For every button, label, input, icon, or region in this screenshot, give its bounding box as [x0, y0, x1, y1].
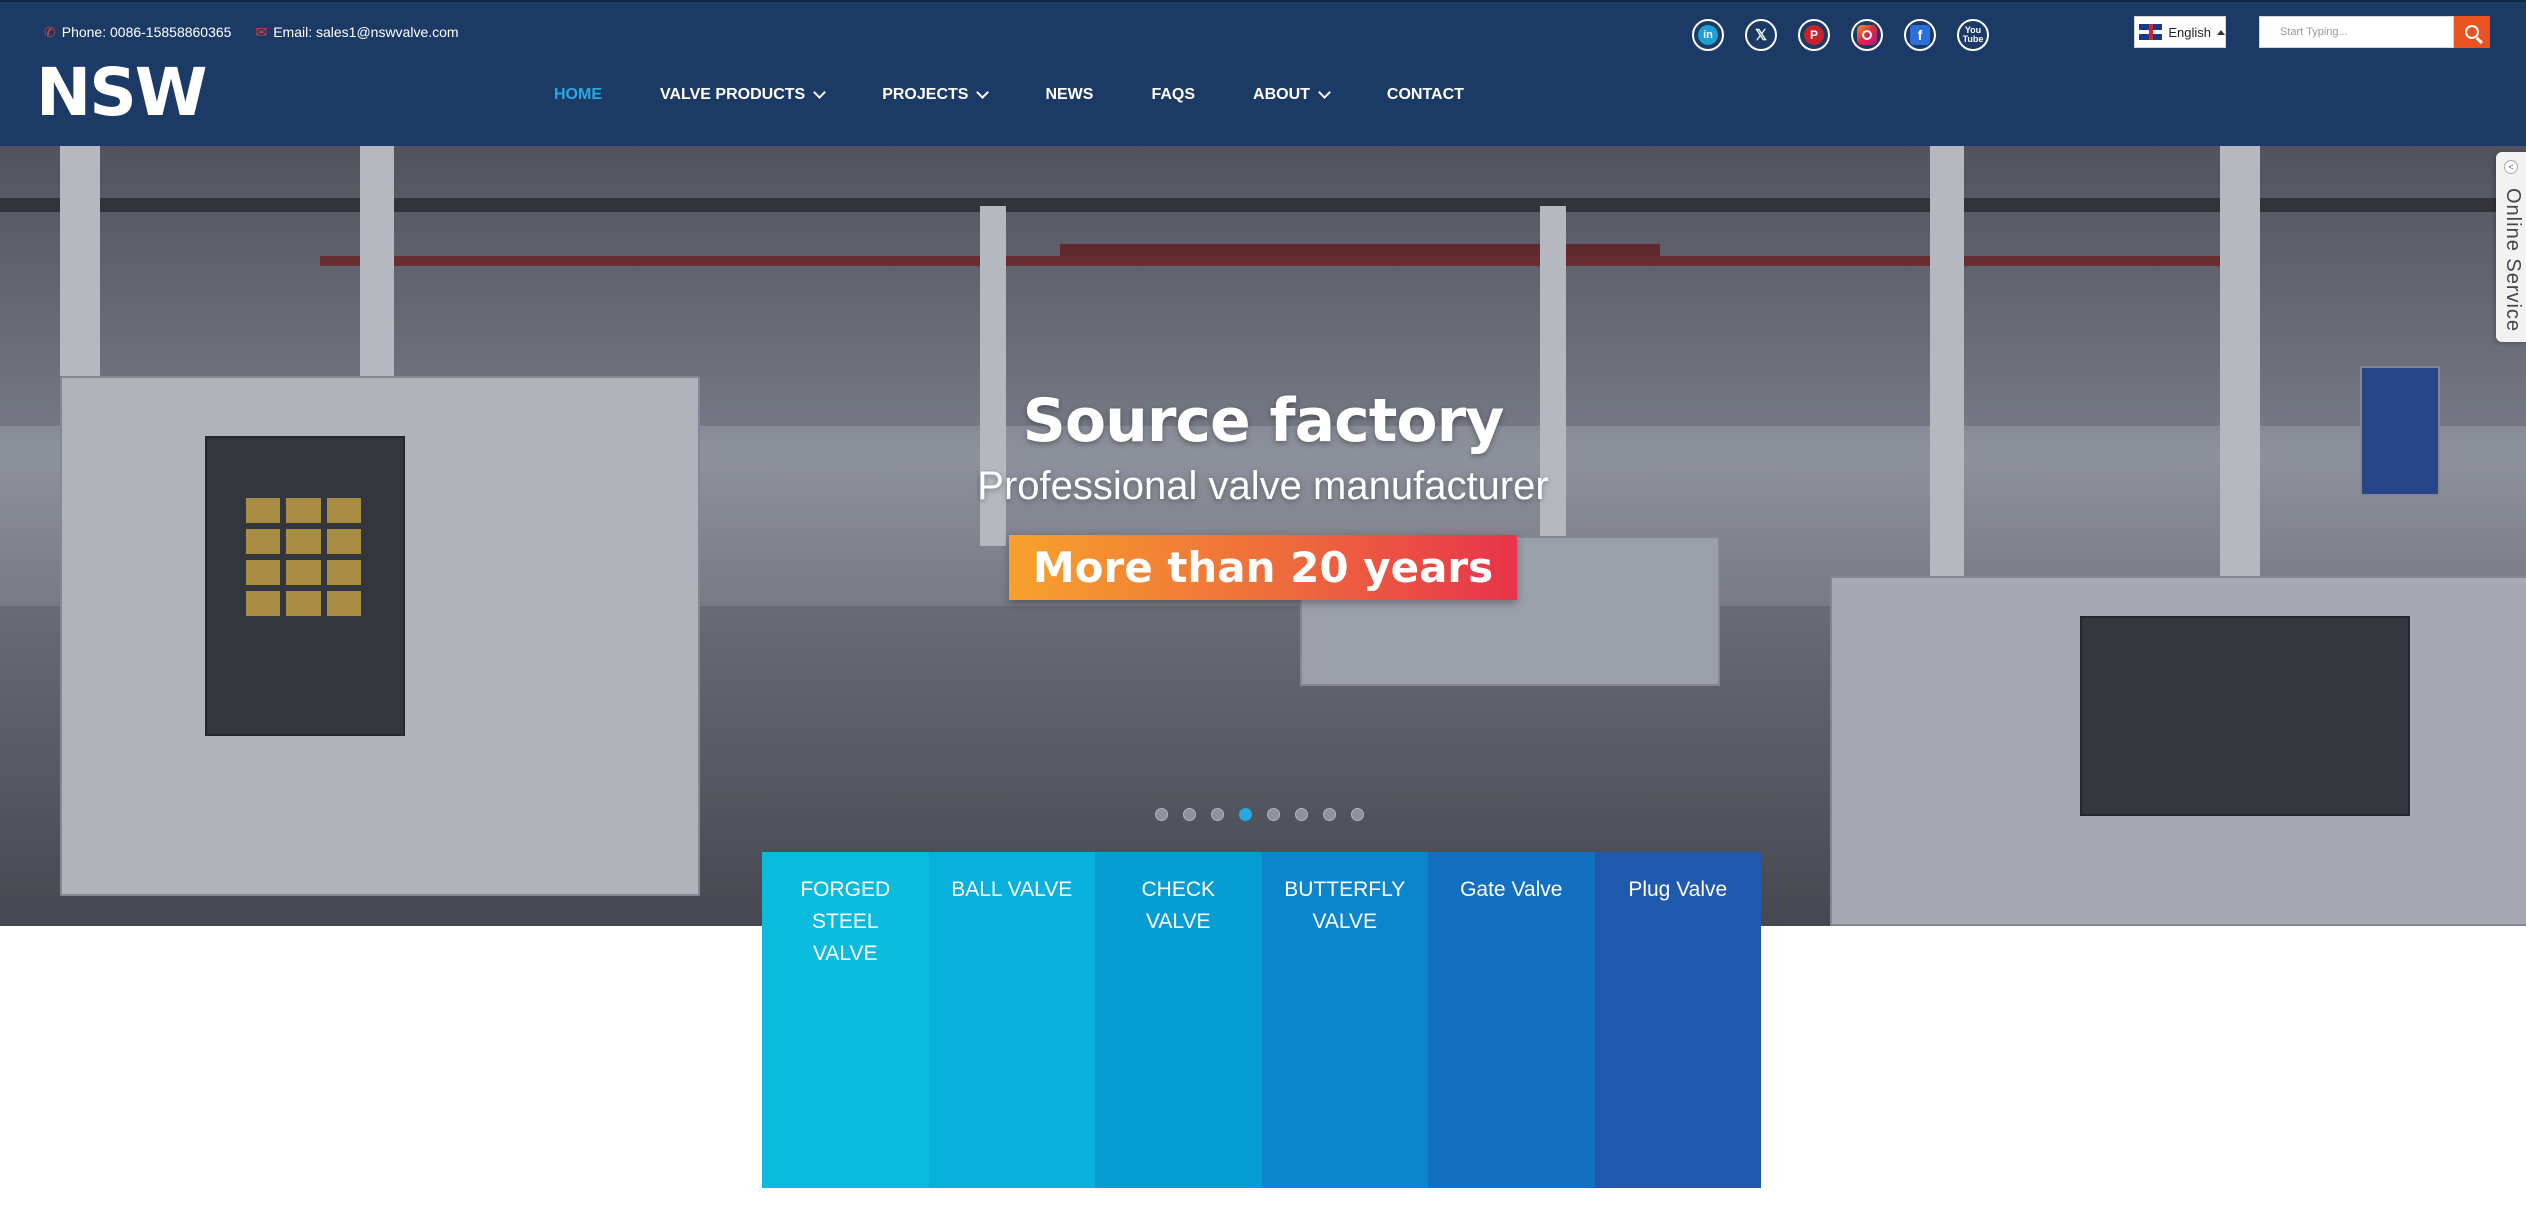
slider-dot[interactable]	[1155, 808, 1168, 821]
category-plug-valve[interactable]: Plug Valve	[1594, 852, 1761, 1188]
category-label: BALL VALVE	[951, 878, 1073, 901]
nav-item-faqs[interactable]: FAQS	[1151, 86, 1195, 104]
category-label: Gate Valve	[1460, 878, 1563, 901]
product-categories: FORGED STEEL VALVE BALL VALVE CHECK VALV…	[762, 852, 1761, 1188]
site-header: ✆ Phone: 0086-15858860365 ✉ Email: sales…	[0, 0, 2526, 146]
slider-dot[interactable]	[1183, 808, 1196, 821]
hero-badge: More than 20 years	[1008, 535, 1518, 600]
social-links: in 𝕏 P f You Tube	[1692, 19, 1989, 51]
nav-item-news[interactable]: NEWS	[1045, 86, 1093, 104]
nav-item-home[interactable]: HOME	[554, 86, 602, 104]
online-service-tab[interactable]: < Online Service	[2496, 152, 2526, 342]
category-check-valve[interactable]: CHECK VALVE	[1095, 852, 1262, 1188]
nav-item-contact[interactable]: CONTACT	[1387, 86, 1464, 104]
category-butterfly-valve[interactable]: BUTTERFLY VALVE	[1261, 852, 1428, 1188]
chevron-left-icon[interactable]: <	[2504, 160, 2518, 174]
search-button[interactable]	[2454, 16, 2490, 48]
caret-up-icon	[2217, 29, 2225, 35]
hero-caption: Source factory Professional valve manufa…	[0, 386, 2526, 600]
search-icon	[2465, 25, 2479, 39]
nav-item-projects[interactable]: PROJECTS	[882, 86, 990, 104]
chevron-down-icon	[813, 86, 827, 99]
slider-dot[interactable]	[1295, 808, 1308, 821]
nav-label: PROJECTS	[882, 86, 969, 103]
site-logo[interactable]: NSW	[36, 60, 208, 126]
mail-icon: ✉	[255, 24, 268, 40]
main-nav: HOME VALVE PRODUCTS PROJECTS NEWS FAQS A…	[554, 86, 1522, 104]
slider-dot-active[interactable]	[1239, 808, 1252, 821]
slider-dot[interactable]	[1351, 808, 1364, 821]
x-twitter-icon[interactable]: 𝕏	[1745, 19, 1777, 51]
category-ball-valve[interactable]: BALL VALVE	[928, 852, 1095, 1188]
email-contact[interactable]: ✉ Email: sales1@nswvalve.com	[255, 24, 458, 40]
category-label: FORGED STEEL VALVE	[800, 878, 891, 965]
pinterest-icon[interactable]: P	[1798, 19, 1830, 51]
chevron-down-icon	[1318, 86, 1331, 99]
facebook-icon[interactable]: f	[1904, 19, 1936, 51]
slider-pagination	[1155, 808, 1364, 821]
category-label: Plug Valve	[1628, 878, 1728, 901]
nav-label: VALVE PRODUCTS	[660, 86, 806, 103]
contact-bar: ✆ Phone: 0086-15858860365 ✉ Email: sales…	[44, 24, 459, 40]
category-gate-valve[interactable]: Gate Valve	[1428, 852, 1595, 1188]
online-service-label: Online Service	[2502, 188, 2524, 333]
phone-contact[interactable]: ✆ Phone: 0086-15858860365	[44, 24, 231, 40]
nav-label: FAQS	[1151, 86, 1196, 103]
linkedin-icon[interactable]: in	[1692, 19, 1724, 51]
youtube-icon[interactable]: You Tube	[1957, 19, 1989, 51]
language-select[interactable]: English	[2134, 16, 2226, 48]
slider-dot[interactable]	[1267, 808, 1280, 821]
chevron-down-icon	[976, 86, 990, 99]
hero-title: Source factory	[1022, 386, 1505, 456]
search-input[interactable]	[2259, 16, 2454, 48]
nav-label: NEWS	[1045, 86, 1094, 103]
uk-flag-icon	[2139, 24, 2163, 40]
search-bar	[2259, 16, 2490, 48]
nav-label: HOME	[554, 86, 602, 103]
email-text: Email: sales1@nswvalve.com	[273, 24, 459, 40]
category-label: CHECK VALVE	[1141, 878, 1215, 933]
nav-label: CONTACT	[1386, 86, 1464, 103]
category-forged-steel-valve[interactable]: FORGED STEEL VALVE	[762, 852, 929, 1188]
phone-icon: ✆	[44, 24, 56, 40]
slider-dot[interactable]	[1323, 808, 1336, 821]
hero-slider: Source factory Professional valve manufa…	[0, 146, 2526, 926]
instagram-icon[interactable]	[1851, 19, 1883, 51]
slider-dot[interactable]	[1211, 808, 1224, 821]
category-label: BUTTERFLY VALVE	[1284, 878, 1406, 933]
nav-label: ABOUT	[1253, 86, 1310, 103]
nav-item-valve-products[interactable]: VALVE PRODUCTS	[660, 86, 827, 104]
phone-text: Phone: 0086-15858860365	[61, 24, 232, 40]
language-label: English	[2168, 24, 2211, 40]
hero-subtitle: Professional valve manufacturer	[977, 464, 1549, 508]
nav-item-about[interactable]: ABOUT	[1253, 86, 1331, 104]
